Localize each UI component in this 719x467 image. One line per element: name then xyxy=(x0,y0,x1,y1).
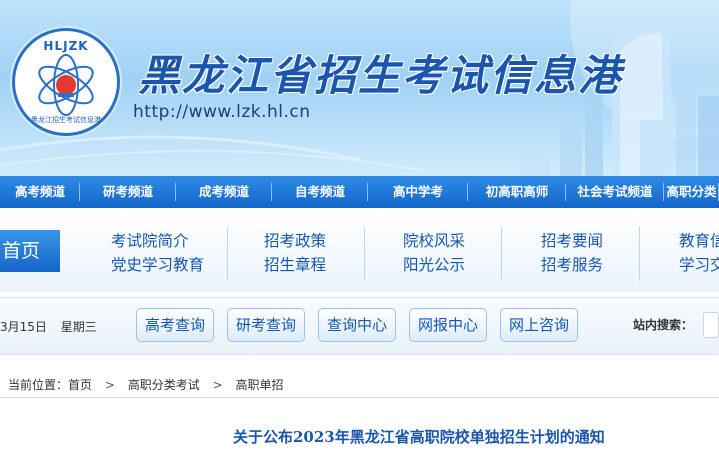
menu-link-study-exchange[interactable]: 学习交 xyxy=(679,253,719,277)
logo-caption: 黑龙江招生考试信息港 xyxy=(31,116,101,124)
breadcrumb-divider xyxy=(0,397,719,398)
query-center-button[interactable]: 查询中心 xyxy=(318,308,396,342)
menu-link-party-history[interactable]: 党史学习教育 xyxy=(111,253,204,277)
channel-zikao[interactable]: 自考频道 xyxy=(272,176,368,208)
secondary-menu: 首页 考试院简介 党史学习教育 招考政策 招生章程 院校风采 阳光公示 招考要闻… xyxy=(0,212,719,292)
menu-column-5: 教育信 学习交 xyxy=(679,229,719,277)
channel-gaozhi-gaoshi[interactable]: 初高职高师 xyxy=(468,176,566,208)
breadcrumb: 当前位置：首页 > 高职分类考试 > 高职单招 xyxy=(0,376,719,396)
online-consult-button[interactable]: 网上咨询 xyxy=(500,308,578,342)
menu-link-schools[interactable]: 院校风采 xyxy=(403,229,465,253)
breadcrumb-separator: > xyxy=(212,378,223,392)
menu-column-2: 招考政策 招生章程 xyxy=(264,229,326,277)
menu-divider xyxy=(501,227,502,281)
menu-link-news[interactable]: 招考要闻 xyxy=(541,229,603,253)
site-logo[interactable]: HLJZK 黑龙江招生考试信息港 xyxy=(12,28,120,136)
breadcrumb-prefix: 当前位置： xyxy=(8,378,69,392)
channel-gaozhi-fenlei[interactable]: 高职分类 xyxy=(664,176,719,208)
menu-link-publicity[interactable]: 阳光公示 xyxy=(403,253,465,277)
menu-link-policy[interactable]: 招考政策 xyxy=(264,229,326,253)
menu-divider xyxy=(639,227,640,281)
home-button[interactable]: 首页 xyxy=(0,230,60,272)
channel-nav: 高考频道 研考频道 成考频道 自考频道 高中学考 初高职高师 社会考试频道 高职… xyxy=(0,176,719,208)
weekday-value: 星期三 xyxy=(60,320,97,334)
site-title: 黑龙江省招生考试信息港 xyxy=(138,51,623,100)
channel-gaokao[interactable]: 高考频道 xyxy=(0,176,80,208)
registration-center-button[interactable]: 网报中心 xyxy=(409,308,487,342)
menu-column-1: 考试院简介 党史学习教育 xyxy=(111,229,204,277)
menu-link-intro[interactable]: 考试院简介 xyxy=(111,229,204,253)
menu-link-service[interactable]: 招考服务 xyxy=(541,253,603,277)
date-value: 3月15日 xyxy=(0,320,47,334)
menu-divider xyxy=(227,227,228,281)
toolbar-strip: 3月15日 星期三 高考查询 研考查询 查询中心 网报中心 网上咨询 站内搜索： xyxy=(0,297,719,355)
header-banner: HLJZK 黑龙江招生考试信息港 黑龙江省招生考试信息港 http://www.… xyxy=(0,0,719,176)
menu-link-education-info[interactable]: 教育信 xyxy=(679,229,719,253)
breadcrumb-category-link[interactable]: 高职分类考试 xyxy=(128,376,200,393)
menu-divider xyxy=(364,227,365,281)
site-search-input[interactable] xyxy=(703,312,719,338)
breadcrumb-current-link[interactable]: 高职单招 xyxy=(235,376,283,393)
site-search-label: 站内搜索： xyxy=(633,318,694,332)
menu-column-3: 院校风采 阳光公示 xyxy=(403,229,465,277)
channel-xuekao[interactable]: 高中学考 xyxy=(368,176,468,208)
channel-social-exam[interactable]: 社会考试频道 xyxy=(566,176,664,208)
channel-yankao[interactable]: 研考频道 xyxy=(80,176,176,208)
site-url: http://www.lzk.hl.cn xyxy=(133,102,311,122)
channel-chengkao[interactable]: 成考频道 xyxy=(176,176,272,208)
breadcrumb-separator: > xyxy=(104,378,115,392)
gaokao-query-button[interactable]: 高考查询 xyxy=(136,308,214,342)
logo-abbreviation: HLJZK xyxy=(43,39,89,53)
breadcrumb-home-link[interactable]: 首页 xyxy=(68,376,92,393)
current-date: 3月15日 星期三 xyxy=(0,318,97,335)
article-title: 关于公布2023年黑龙江省高职院校单独招生计划的通知 xyxy=(233,428,605,446)
menu-column-4: 招考要闻 招考服务 xyxy=(541,229,603,277)
menu-link-charter[interactable]: 招生章程 xyxy=(264,253,326,277)
yankao-query-button[interactable]: 研考查询 xyxy=(227,308,305,342)
